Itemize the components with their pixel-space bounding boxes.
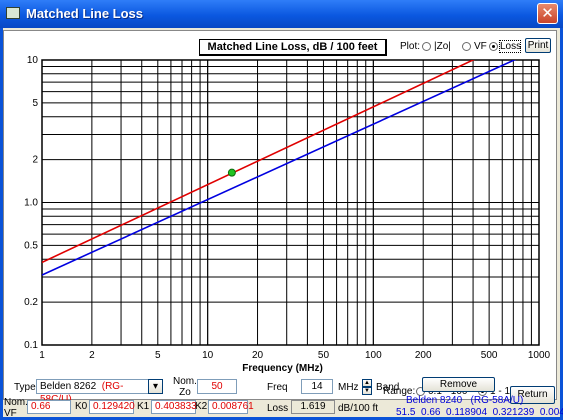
type-label: Type [14,382,36,393]
nom-vf-label: Nom. VF [4,397,28,419]
cable2-name: Belden 8240 (RG-58A/U) [406,395,524,406]
x-tick-label: 50 [318,350,330,361]
plot-radio-loss[interactable] [489,42,498,51]
y-tick-label: 0.5 [24,240,38,251]
x-tick-label: 5 [155,350,161,361]
k0-field[interactable]: 0.129420 [89,400,135,414]
x-tick-label: 20 [252,350,264,361]
cable-type-select[interactable]: Belden 8262 (RG-58C/U) [36,379,149,405]
k1-field[interactable]: 0.403833 [151,400,197,414]
x-tick-label: 500 [481,350,498,361]
y-tick-label: 1.0 [24,198,38,209]
window-title: Matched Line Loss [26,6,144,21]
plot-option-zo[interactable]: |Zo| [434,41,451,52]
print-button[interactable]: Print [525,38,551,53]
k2-label: K2 [195,401,208,412]
plot-radio-vf[interactable] [462,42,471,51]
chart-title: Matched Line Loss, dB / 100 feet [199,39,387,56]
close-button[interactable]: ✕ [537,3,558,24]
chart: 1 2 5 10 20 50 100 200 500 1000 0.1 0.2 0.5 1.0 2 5 10 Fr… [24,55,551,374]
remove-button[interactable]: Remove [422,377,495,392]
series-line-1 [42,60,475,264]
y-tick-label: 2 [32,155,38,166]
chevron-down-icon[interactable]: ▾ [148,379,163,394]
band-down-icon[interactable]: ▼ [362,387,372,395]
plot-label: Plot: [400,41,421,52]
app-icon [6,7,20,19]
k1-label: K1 [137,401,150,412]
loss-label: Loss [267,403,289,414]
plot-option-loss[interactable]: Loss [500,41,521,52]
plot-radio-zo[interactable] [422,42,431,51]
y-tick-label: 10 [27,55,39,66]
x-tick-label: 100 [365,350,382,361]
plot-area: 1 2 5 10 20 50 100 200 500 1000 0.1 0.2 0.5 1.0 2 5 10 Fr… [3,30,557,400]
x-tick-label: 2 [89,350,95,361]
band-up-icon[interactable]: ▲ [362,379,372,387]
x-tick-label: 1000 [528,350,551,361]
nom-zo-label: Nom. Zo [173,376,197,398]
nom-zo-field[interactable]: 50 [197,379,237,394]
y-tick-label: 5 [32,98,38,109]
vf-field[interactable]: 0.66 [27,400,71,414]
x-axis-label: Frequency (MHz) [242,363,323,374]
plot-option-vf[interactable]: VF [474,41,487,52]
k0-label: K0 [75,401,88,412]
cable-type-name: Belden 8262 [40,381,97,392]
band-label: Band [376,382,400,393]
freq-label: Freq [267,382,288,393]
x-tick-label: 10 [202,350,214,361]
y-tick-label: 0.1 [24,340,38,351]
mhz-label: MHz [338,382,359,393]
x-tick-label: 200 [415,350,432,361]
x-tick-label: 1 [39,350,45,361]
cable2-params: 51.5 0.66 0.118904 0.321239 0.004695 [396,407,563,418]
window: Matched Line Loss ✕ 1 2 5 10 20 50 100 200 500 10… [0,0,563,420]
title-bar: Matched Line Loss ✕ [0,0,563,28]
loss-value: 1.619 [291,400,335,414]
frequency-marker [227,168,236,177]
loss-unit: dB/100 ft [338,403,379,414]
k2-field[interactable]: 0.008761 [208,400,254,414]
y-tick-label: 0.2 [24,297,38,308]
series-line-2 [42,60,517,276]
client-area: 1 2 5 10 20 50 100 200 500 1000 0.1 0.2 0.5 1.0 2 5 10 Fr… [3,28,563,419]
freq-field[interactable]: 14 [301,379,333,394]
